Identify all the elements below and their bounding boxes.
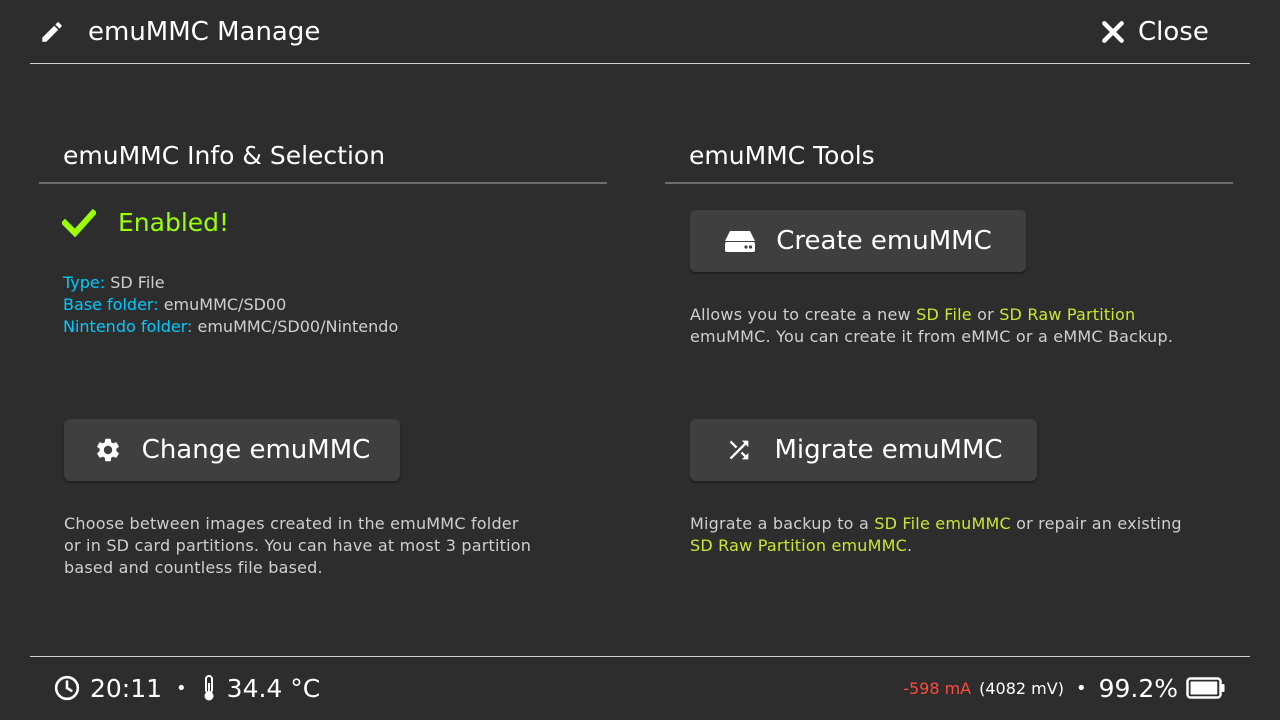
info-nintendo-folder-value: emuMMC/SD00/Nintendo bbox=[197, 317, 399, 336]
create-desc-line-2: emuMMC. You can create it from eMMC or a… bbox=[690, 327, 1174, 346]
info-type-value: SD File bbox=[110, 273, 165, 292]
header-divider bbox=[30, 63, 1250, 64]
create-emummc-label: Create emuMMC bbox=[776, 226, 992, 256]
checkmark-icon bbox=[62, 208, 96, 237]
create-desc-highlight: SD Raw Partition bbox=[999, 305, 1136, 324]
hard-drive-icon bbox=[724, 229, 756, 253]
close-icon bbox=[1100, 19, 1126, 45]
info-nintendo-folder: Nintendo folder: emuMMC/SD00/Nintendo bbox=[63, 316, 398, 338]
migrate-emummc-button[interactable]: Migrate emuMMC bbox=[690, 419, 1037, 481]
tools-section-divider bbox=[665, 182, 1233, 184]
status-enabled: Enabled! bbox=[62, 208, 229, 237]
migrate-desc-text: or repair an existing bbox=[1010, 514, 1182, 533]
create-desc-highlight: SD File bbox=[916, 305, 972, 324]
migrate-emummc-label: Migrate emuMMC bbox=[774, 435, 1003, 465]
change-emummc-description: Choose between images created in the emu… bbox=[64, 513, 531, 579]
emummc-info: Type: SD File Base folder: emuMMC/SD00 N… bbox=[63, 272, 398, 338]
battery-icon bbox=[1186, 676, 1226, 700]
separator-dot: • bbox=[1075, 677, 1087, 699]
change-desc-line: or in SD card partitions. You can have a… bbox=[64, 536, 532, 555]
clock-time: 20:11 bbox=[90, 673, 163, 703]
change-emummc-button[interactable]: Change emuMMC bbox=[64, 419, 400, 481]
create-emummc-description: Allows you to create a new SD File or SD… bbox=[690, 304, 1173, 348]
migrate-desc-highlight: SD Raw Partition emuMMC bbox=[690, 536, 908, 555]
migrate-desc-text: . bbox=[907, 536, 913, 555]
footer-divider bbox=[30, 656, 1250, 657]
thermometer-icon bbox=[201, 674, 217, 702]
pencil-icon bbox=[38, 18, 66, 46]
tools-section-title: emuMMC Tools bbox=[689, 141, 875, 170]
info-section-title: emuMMC Info & Selection bbox=[63, 141, 386, 170]
separator-dot: • bbox=[176, 677, 187, 699]
battery-voltage: (4082 mV) bbox=[979, 678, 1064, 698]
battery-percentage: 99.2% bbox=[1098, 673, 1178, 703]
close-button[interactable]: Close bbox=[1100, 12, 1209, 52]
close-label: Close bbox=[1138, 17, 1209, 47]
change-desc-line: based and countless file based. bbox=[64, 558, 323, 577]
footer-status-left: 20:11 • 34.4 °C bbox=[54, 672, 320, 704]
footer-status-right: -598 mA (4082 mV) • 99.2% bbox=[903, 672, 1226, 704]
create-desc-line-1: Allows you to create a new SD File or SD… bbox=[690, 304, 1173, 326]
battery-current: -598 mA bbox=[903, 678, 972, 698]
info-type-key: Type: bbox=[63, 273, 106, 292]
migrate-desc-highlight: SD File emuMMC bbox=[874, 514, 1011, 533]
change-desc-line: Choose between images created in the emu… bbox=[64, 514, 519, 533]
info-nintendo-folder-key: Nintendo folder: bbox=[63, 317, 193, 336]
info-base-folder: Base folder: emuMMC/SD00 bbox=[63, 294, 398, 316]
clock-icon bbox=[54, 675, 80, 701]
gear-icon bbox=[94, 436, 122, 464]
info-type: Type: SD File bbox=[63, 272, 398, 294]
create-desc-text: Allows you to create a new bbox=[690, 305, 917, 324]
create-emummc-button[interactable]: Create emuMMC bbox=[690, 210, 1026, 272]
info-section-divider bbox=[39, 182, 607, 184]
change-emummc-label: Change emuMMC bbox=[141, 435, 371, 465]
shuffle-icon bbox=[724, 436, 754, 464]
status-text: Enabled! bbox=[118, 208, 230, 237]
migrate-emummc-description: Migrate a backup to a SD File emuMMC or … bbox=[690, 513, 1182, 557]
info-base-folder-key: Base folder: bbox=[63, 295, 159, 314]
migrate-desc-line-2: SD Raw Partition emuMMC. bbox=[690, 535, 1182, 557]
info-base-folder-value: emuMMC/SD00 bbox=[163, 295, 287, 314]
create-desc-text: or bbox=[971, 305, 1000, 324]
page-title: emuMMC Manage bbox=[88, 17, 321, 47]
migrate-desc-text: Migrate a backup to a bbox=[690, 514, 875, 533]
temperature-value: 34.4 °C bbox=[226, 673, 321, 703]
migrate-desc-line-1: Migrate a backup to a SD File emuMMC or … bbox=[690, 513, 1182, 535]
